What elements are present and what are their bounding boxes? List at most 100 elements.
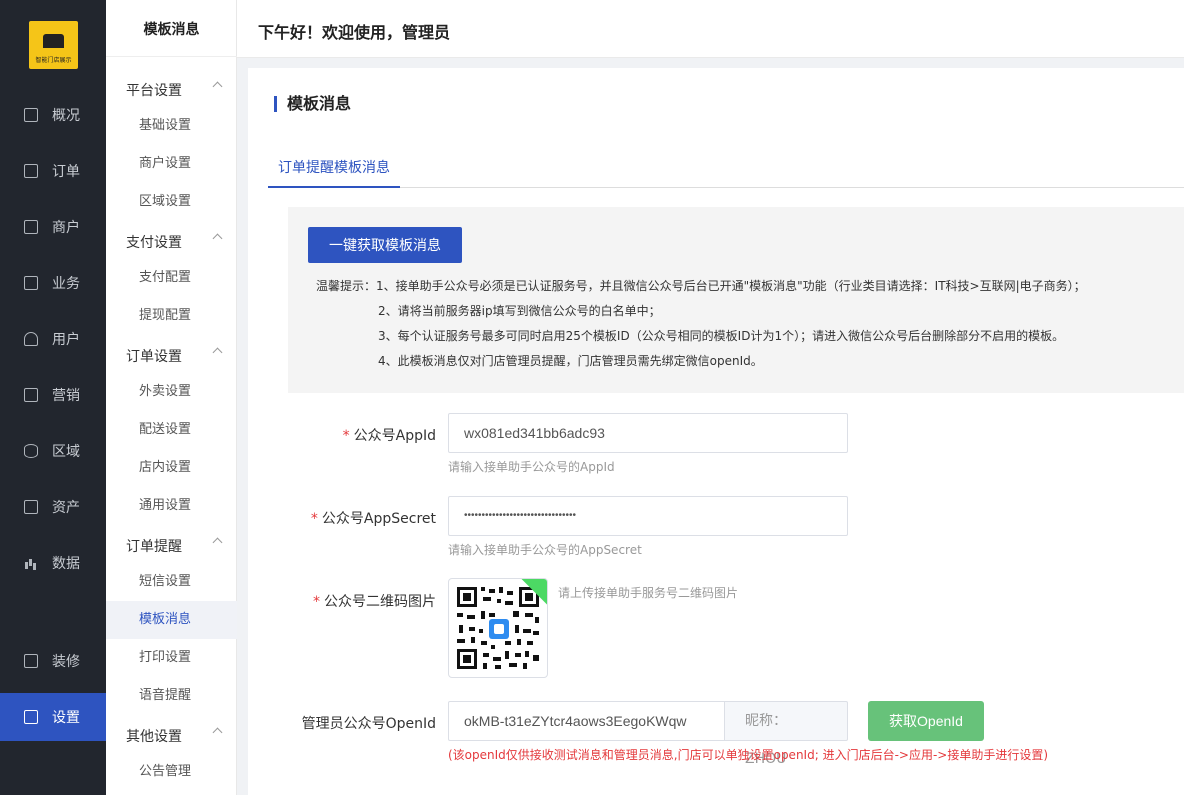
group-label: 订单设置 xyxy=(126,349,182,365)
openid-label: 管理员公众号OpenId xyxy=(301,716,436,732)
sidebar-item-label: 商户 xyxy=(52,220,80,236)
label-text: 公众号二维码图片 xyxy=(324,594,436,610)
order-icon xyxy=(24,164,38,178)
subnav-item-sms[interactable]: 短信设置 xyxy=(106,563,237,601)
sidebar-item-assets[interactable]: 资产 xyxy=(0,483,106,531)
appid-help: 请输入接单助手公众号的AppId xyxy=(448,460,615,474)
notice-panel: 一键获取模板消息 温馨提示：1、接单助手公众号必须是已认证服务号，并且微信公众号… xyxy=(288,207,1184,393)
sidebar-item-merchants[interactable]: 商户 xyxy=(0,203,106,251)
greeting: 下午好！欢迎使用，管理员 xyxy=(258,23,451,42)
label-text: 公众号AppSecret xyxy=(321,511,436,527)
settings-subnav: 模板消息 平台设置 基础设置 商户设置 区域设置 支付设置 支付配置 提现配置 … xyxy=(106,0,237,795)
tip-line: 3、每个认证服务号最多可同时启用25个模板ID（公众号相同的模板ID计为1个）；… xyxy=(378,329,1065,343)
chart-icon xyxy=(24,556,38,570)
business-icon xyxy=(24,276,38,290)
sidebar-item-label: 业务 xyxy=(52,276,80,292)
tip-line: 温馨提示：1、接单助手公众号必须是已认证服务号，并且微信公众号后台已开通"模板消… xyxy=(316,279,1086,293)
qrcode-upload[interactable] xyxy=(448,578,548,678)
subnav-item-region[interactable]: 区域设置 xyxy=(106,183,237,221)
sidebar-item-label: 用户 xyxy=(52,332,80,348)
subnav-item-voice[interactable]: 语音提醒 xyxy=(106,677,237,715)
subnav-item-pay-config[interactable]: 支付配置 xyxy=(106,259,237,297)
tab-order-template[interactable]: 订单提醒模板消息 xyxy=(268,148,400,188)
sidebar-item-label: 概况 xyxy=(52,108,80,124)
openid-input[interactable]: okMB-t31eZYtcr4aows3EegoKWqw xyxy=(448,701,725,741)
sidebar-item-label: 装修 xyxy=(52,654,80,670)
settings-icon xyxy=(24,710,38,724)
tip-line: 4、此模板消息仅对门店管理员提醒，门店管理员需先绑定微信openId。 xyxy=(378,354,763,368)
chevron-up-icon xyxy=(212,537,223,548)
logo-text: 智能门店展示 xyxy=(35,57,72,64)
sidebar-item-label: 数据 xyxy=(52,556,80,572)
subnav-item-dine-in[interactable]: 店内设置 xyxy=(106,449,237,487)
subnav-group-other[interactable]: 其他设置 xyxy=(126,726,223,746)
subnav-group-payment[interactable]: 支付设置 xyxy=(126,232,223,252)
group-label: 平台设置 xyxy=(126,83,182,99)
qrcode-help: 请上传接单助手服务号二维码图片 xyxy=(558,586,739,600)
marketing-icon xyxy=(24,388,38,402)
top-header: 下午好！欢迎使用，管理员 xyxy=(237,0,1184,58)
sidebar-item-label: 区域 xyxy=(52,444,80,460)
group-label: 订单提醒 xyxy=(126,539,182,555)
sidebar-item-overview[interactable]: 概况 xyxy=(0,91,106,139)
subnav-item-withdraw[interactable]: 提现配置 xyxy=(106,297,237,335)
appsecret-help: 请输入接单助手公众号的AppSecret xyxy=(448,543,642,557)
subnav-item-merchant[interactable]: 商户设置 xyxy=(106,145,237,183)
group-label: 其他设置 xyxy=(126,729,182,745)
group-label: 支付设置 xyxy=(126,235,182,251)
subnav-title: 模板消息 xyxy=(106,0,237,57)
sidebar-item-orders[interactable]: 订单 xyxy=(0,147,106,195)
subnav-item-template-msg[interactable]: 模板消息 xyxy=(106,601,237,639)
nickname-addon: 昵称：ZHOU xyxy=(725,701,848,767)
tab-bar: 订单提醒模板消息 xyxy=(268,148,1184,188)
shop-icon xyxy=(24,220,38,234)
required-mark: * xyxy=(313,594,320,610)
user-icon xyxy=(24,332,38,346)
appid-input[interactable]: wx081ed341bb6adc93 xyxy=(448,413,848,453)
chevron-up-icon xyxy=(212,81,223,92)
appsecret-input[interactable]: •••••••••••••••••••••••••••••••• xyxy=(448,496,848,536)
subnav-item-basic[interactable]: 基础设置 xyxy=(106,107,237,145)
sidebar-item-business[interactable]: 业务 xyxy=(0,259,106,307)
subnav-group-reminder[interactable]: 订单提醒 xyxy=(126,536,223,556)
subnav-item-delivery[interactable]: 配送设置 xyxy=(106,411,237,449)
sidebar-item-regions[interactable]: 区域 xyxy=(0,427,106,475)
database-icon xyxy=(24,444,38,458)
store-icon xyxy=(43,34,64,48)
brand-logo[interactable]: 智能门店展示 xyxy=(29,21,78,69)
sidebar-item-settings[interactable]: 设置 xyxy=(0,693,106,741)
chevron-up-icon xyxy=(212,347,223,358)
sidebar-item-label: 设置 xyxy=(52,710,80,726)
subnav-item-print[interactable]: 打印设置 xyxy=(106,639,237,677)
subnav-group-order[interactable]: 订单设置 xyxy=(126,346,223,366)
sidebar-item-users[interactable]: 用户 xyxy=(0,315,106,363)
decorate-icon xyxy=(24,654,38,668)
main-sidebar: 智能门店展示 概况 订单 商户 业务 用户 营销 区域 资产 数据 装修 设置 xyxy=(0,0,106,795)
asset-icon xyxy=(24,500,38,514)
subnav-item-general[interactable]: 通用设置 xyxy=(106,487,237,525)
appsecret-label: * 公众号AppSecret xyxy=(288,508,436,528)
subnav-item-notice[interactable]: 公告管理 xyxy=(106,753,237,791)
sidebar-item-label: 营销 xyxy=(52,388,80,404)
qrcode-image xyxy=(457,587,539,669)
required-mark: * xyxy=(310,511,318,527)
dashboard-icon xyxy=(24,108,38,122)
page-title: 模板消息 xyxy=(274,96,351,112)
sidebar-item-marketing[interactable]: 营销 xyxy=(0,371,106,419)
sidebar-item-decorate[interactable]: 装修 xyxy=(0,637,106,685)
subnav-group-platform[interactable]: 平台设置 xyxy=(126,80,223,100)
chevron-up-icon xyxy=(212,727,223,738)
sidebar-item-data[interactable]: 数据 xyxy=(0,539,106,587)
fetch-template-button[interactable]: 一键获取模板消息 xyxy=(308,227,462,263)
get-openid-button[interactable]: 获取OpenId xyxy=(868,701,984,741)
subnav-item-takeout[interactable]: 外卖设置 xyxy=(106,373,237,411)
sidebar-item-label: 订单 xyxy=(52,164,80,180)
label-text: 公众号AppId xyxy=(353,428,436,444)
required-mark: * xyxy=(342,428,350,444)
appid-label: * 公众号AppId xyxy=(288,425,436,445)
chevron-up-icon xyxy=(212,233,223,244)
tip-line: 2、请将当前服务器ip填写到微信公众号的白名单中； xyxy=(378,304,661,318)
sidebar-item-label: 资产 xyxy=(52,500,80,516)
content-card: 模板消息 订单提醒模板消息 一键获取模板消息 温馨提示：1、接单助手公众号必须是… xyxy=(248,68,1184,795)
qrcode-label: * 公众号二维码图片 xyxy=(288,591,436,611)
